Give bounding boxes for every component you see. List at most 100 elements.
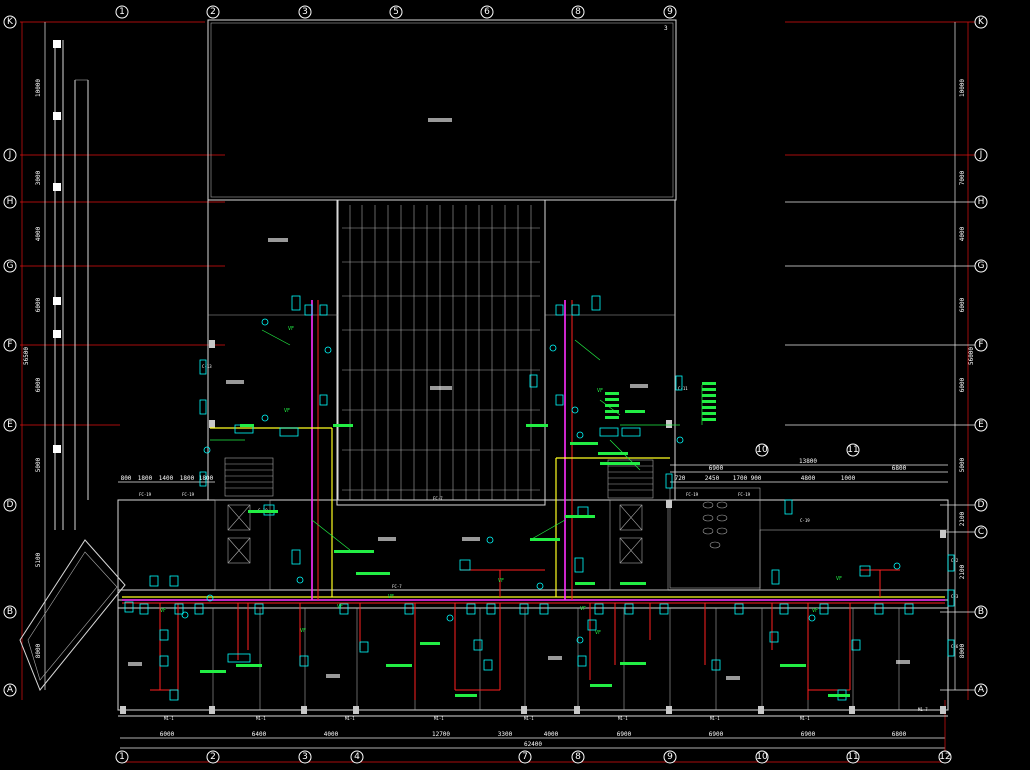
axis-bubble-right-K: K bbox=[974, 15, 988, 29]
riser-label-3: VF bbox=[597, 388, 603, 394]
svg-text:2: 2 bbox=[210, 752, 216, 762]
sheet-number: 3 bbox=[664, 25, 668, 32]
riser-label-6: VF bbox=[388, 594, 394, 600]
axis-bubble-left-K: K bbox=[3, 15, 17, 29]
svg-text:4: 4 bbox=[354, 752, 360, 762]
cad-drawing-canvas: 1 2 3 5 6 8 9 K J H G F E D B A K J H G … bbox=[3, 5, 988, 764]
riser-label-8: VF bbox=[580, 606, 586, 612]
dim-bottom-5: 3300 bbox=[498, 731, 513, 738]
dim-mid-left-1: 800 bbox=[121, 475, 132, 482]
dim-mid-right-6: 900 bbox=[751, 475, 762, 482]
svg-text:D: D bbox=[7, 500, 14, 510]
tag-m1-1c: M1-1 bbox=[345, 716, 355, 721]
svg-text:G: G bbox=[978, 261, 985, 271]
svg-text:10: 10 bbox=[756, 445, 768, 455]
tag-fc-7a: FC-7 bbox=[433, 496, 443, 501]
top-axis-bubbles: 1 2 3 5 6 8 9 bbox=[115, 5, 677, 19]
dim-bottom-1: 6000 bbox=[160, 731, 175, 738]
tag-c-3: C-3 bbox=[951, 594, 959, 599]
svg-text:12: 12 bbox=[939, 752, 950, 762]
dim-left-2: 3000 bbox=[35, 170, 42, 185]
left-dimensions: 10000 3000 4000 6000 6000 5000 5100 8000… bbox=[23, 22, 46, 690]
mid-axis-bubbles: 10 11 bbox=[755, 443, 860, 457]
dim-bottom-8: 6900 bbox=[709, 731, 724, 738]
dim-mid-right-4: 2450 bbox=[705, 475, 720, 482]
tag-m1-1g: M1-1 bbox=[710, 716, 720, 721]
svg-text:1: 1 bbox=[119, 7, 125, 17]
riser-label-10: VF bbox=[836, 576, 842, 582]
dim-left-5: 6000 bbox=[35, 377, 42, 392]
axis-bubble-right-C: C bbox=[974, 525, 988, 539]
svg-text:A: A bbox=[978, 685, 985, 695]
svg-text:5: 5 bbox=[393, 7, 399, 17]
dim-bottom-2: 6400 bbox=[252, 731, 267, 738]
svg-text:J: J bbox=[979, 150, 983, 160]
axis-bubble-right-A: A bbox=[974, 683, 988, 697]
axis-bubble-top-2: 2 bbox=[206, 5, 220, 19]
axis-bubble-left-D: D bbox=[3, 498, 17, 512]
dim-mid-right-5: 1700 bbox=[733, 475, 748, 482]
svg-text:H: H bbox=[978, 197, 985, 207]
svg-text:11: 11 bbox=[847, 752, 858, 762]
axis-bubble-left-J: J bbox=[3, 148, 17, 162]
axis-bubble-bottom-4: 4 bbox=[350, 750, 364, 764]
riser-label-12: VF bbox=[595, 630, 601, 636]
dim-right-7: 2100 bbox=[959, 511, 966, 526]
svg-text:3: 3 bbox=[302, 7, 308, 17]
tag-c-19a: C-19 bbox=[800, 518, 810, 523]
bottom-axis-bubbles: 1 2 3 4 7 8 9 10 11 12 bbox=[115, 750, 952, 764]
axis-bubble-bottom-3: 3 bbox=[298, 750, 312, 764]
svg-text:H: H bbox=[7, 197, 14, 207]
dim-left-4: 6000 bbox=[35, 297, 42, 312]
dim-mid-left-4: 1800 bbox=[180, 475, 195, 482]
axis-bubble-left-B: B bbox=[3, 605, 17, 619]
svg-text:2: 2 bbox=[210, 7, 216, 17]
dim-mid-right-3: 720 bbox=[675, 475, 686, 482]
svg-text:8: 8 bbox=[575, 752, 581, 762]
svg-text:7: 7 bbox=[522, 752, 528, 762]
dim-bottom-7: 6900 bbox=[617, 731, 632, 738]
dim-bottom-10: 6800 bbox=[892, 731, 907, 738]
tag-c-2: C-2 bbox=[951, 558, 959, 563]
svg-text:11: 11 bbox=[847, 445, 858, 455]
axis-bubble-bottom-1: 1 bbox=[115, 750, 129, 764]
tag-fc-19b: FC-19 bbox=[182, 492, 195, 497]
svg-text:B: B bbox=[978, 607, 984, 617]
svg-text:E: E bbox=[978, 420, 984, 430]
dim-bottom-4: 12700 bbox=[432, 731, 450, 738]
svg-text:F: F bbox=[7, 340, 12, 350]
axis-bubble-right-G: G bbox=[974, 259, 988, 273]
riser-label-7: VF bbox=[498, 578, 504, 584]
axis-bubble-top-9: 9 bbox=[663, 5, 677, 19]
axis-bubble-left-A: A bbox=[3, 683, 17, 697]
axis-bubble-top-8: 8 bbox=[571, 5, 585, 19]
dim-left-7: 5100 bbox=[35, 552, 42, 567]
tag-fc-19c: FC-19 bbox=[686, 492, 699, 497]
dim-bottom-9: 6900 bbox=[801, 731, 816, 738]
bottom-dimensions: 6000 6400 4000 12700 3300 4000 6900 6900… bbox=[160, 731, 907, 748]
dim-mid-right-2: 6800 bbox=[892, 465, 907, 472]
svg-text:A: A bbox=[7, 685, 14, 695]
axis-bubble-mid-10: 10 bbox=[755, 443, 769, 457]
axis-bubble-top-3: 3 bbox=[298, 5, 312, 19]
tag-fc-19d: FC-19 bbox=[738, 492, 751, 497]
dim-right-3: 4000 bbox=[959, 226, 966, 241]
axis-bubble-bottom-10: 10 bbox=[755, 750, 769, 764]
axis-bubble-mid-11: 11 bbox=[846, 443, 860, 457]
axis-bubble-bottom-8: 8 bbox=[571, 750, 585, 764]
tag-fc-7b: FC-7 bbox=[392, 584, 402, 589]
axis-bubble-left-H: H bbox=[3, 195, 17, 209]
svg-text:C: C bbox=[978, 527, 984, 537]
tag-m1-1h: M1-1 bbox=[800, 716, 810, 721]
dim-right-1: 10000 bbox=[959, 79, 966, 97]
right-axis-bubbles: K J H G F E D C B A bbox=[974, 15, 988, 697]
axis-bubble-left-G: G bbox=[3, 259, 17, 273]
dim-right-total: 56000 bbox=[968, 347, 975, 365]
axis-bubble-bottom-9: 9 bbox=[663, 750, 677, 764]
axis-bubble-right-H: H bbox=[974, 195, 988, 209]
axis-bubble-bottom-2: 2 bbox=[206, 750, 220, 764]
tag-c-6: C-6 bbox=[951, 644, 959, 649]
dim-left-total: 56500 bbox=[23, 347, 30, 365]
tag-m1-7: M1-7 bbox=[918, 707, 928, 712]
axis-bubble-bottom-11: 11 bbox=[846, 750, 860, 764]
